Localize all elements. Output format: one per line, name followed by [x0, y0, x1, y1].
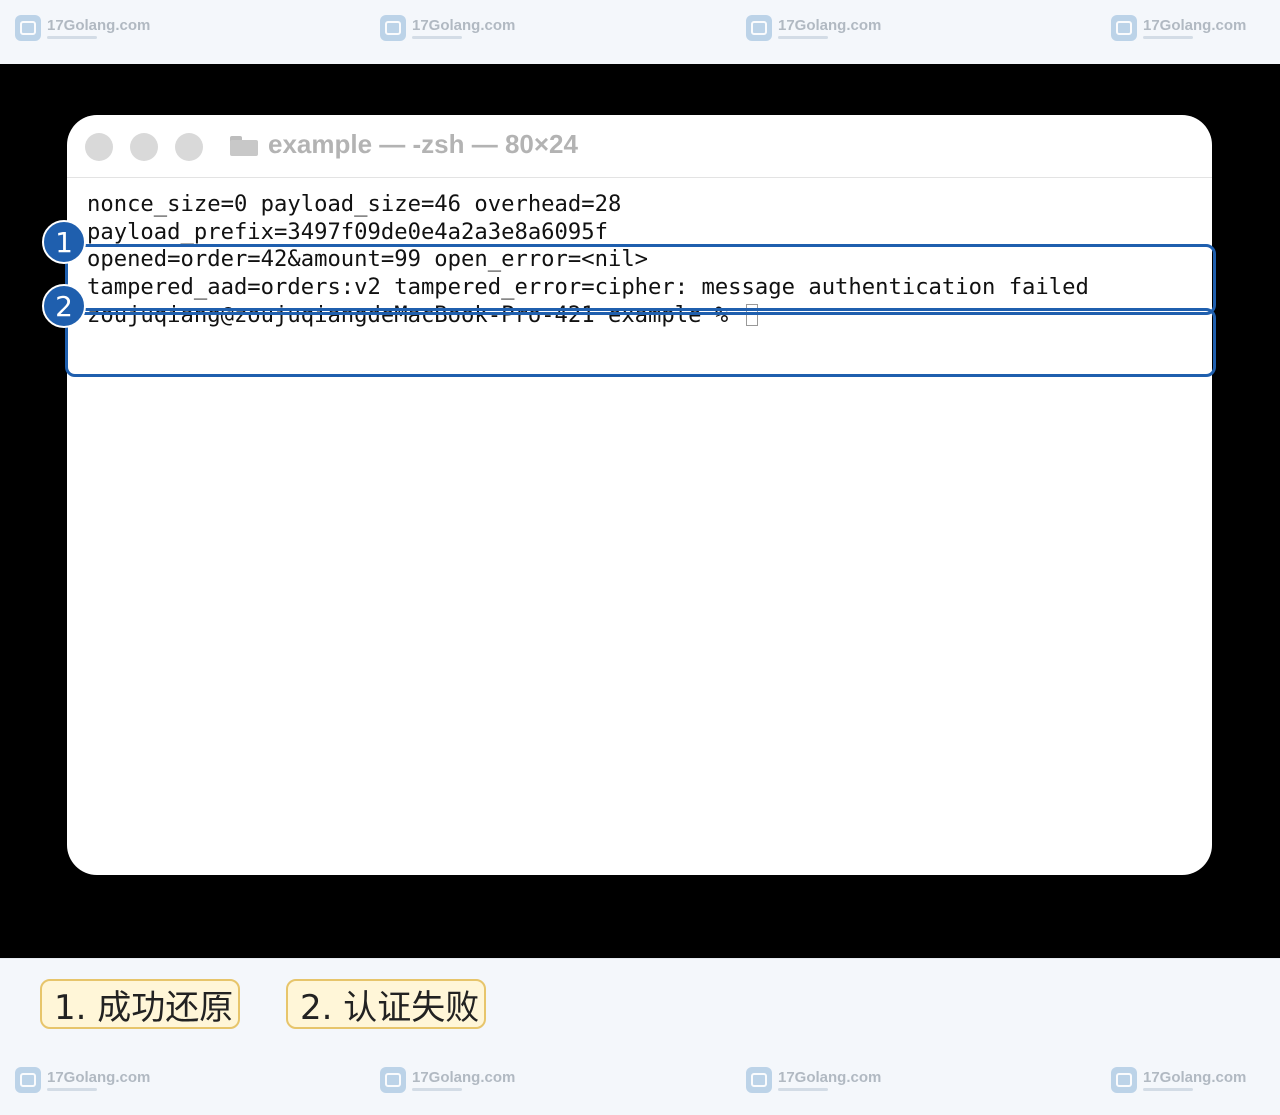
watermark-brand: 17Golang.com [47, 16, 151, 34]
close-window-button[interactable] [85, 133, 113, 161]
terminal-titlebar[interactable]: example — -zsh — 80×24 [67, 115, 1212, 178]
watermark-brand: 17Golang.com [412, 1068, 516, 1086]
watermark-brand: 17Golang.com [1143, 16, 1247, 34]
legend-item-2: 2. 认证失败 [286, 979, 486, 1029]
terminal-line: nonce_size=0 payload_size=46 overhead=28 [87, 191, 622, 217]
watermark: 17Golang.com [15, 1067, 150, 1093]
minimize-window-button[interactable] [130, 133, 158, 161]
watermark: 17Golang.com [15, 15, 150, 41]
zoom-window-button[interactable] [175, 133, 203, 161]
watermark: 17Golang.com [1111, 15, 1246, 41]
watermark: 17Golang.com [1111, 1067, 1246, 1093]
folder-icon [230, 136, 258, 156]
watermark-band-top: 17Golang.com 17Golang.com 17Golang.com 1… [0, 0, 1280, 64]
badge-1: 1 [42, 220, 86, 264]
watermark: 17Golang.com [746, 15, 881, 41]
watermark-logo-icon [15, 1067, 41, 1093]
watermark-logo-icon [746, 1067, 772, 1093]
terminal-window[interactable]: example — -zsh — 80×24 nonce_size=0 payl… [67, 115, 1212, 875]
highlight-box-1 [65, 244, 1216, 315]
watermark-brand: 17Golang.com [412, 16, 516, 34]
badge-2: 2 [42, 284, 86, 328]
highlight-box-2 [65, 308, 1216, 377]
watermark-logo-icon [1111, 1067, 1137, 1093]
legend-item-1: 1. 成功还原 [40, 979, 240, 1029]
watermark-brand: 17Golang.com [778, 16, 882, 34]
watermark-brand: 17Golang.com [47, 1068, 151, 1086]
terminal-line: payload_prefix=3497f09de0e4a2a3e8a6095f [87, 218, 608, 245]
watermark-logo-icon [15, 15, 41, 41]
watermark: 17Golang.com [380, 1067, 515, 1093]
watermark-brand: 17Golang.com [778, 1068, 882, 1086]
window-title: example — -zsh — 80×24 [268, 129, 578, 159]
watermark: 17Golang.com [380, 15, 515, 41]
watermark: 17Golang.com [746, 1067, 881, 1093]
watermark-logo-icon [746, 15, 772, 41]
watermark-logo-icon [1111, 15, 1137, 41]
watermark-brand: 17Golang.com [1143, 1068, 1247, 1086]
watermark-logo-icon [380, 1067, 406, 1093]
watermark-logo-icon [380, 15, 406, 41]
